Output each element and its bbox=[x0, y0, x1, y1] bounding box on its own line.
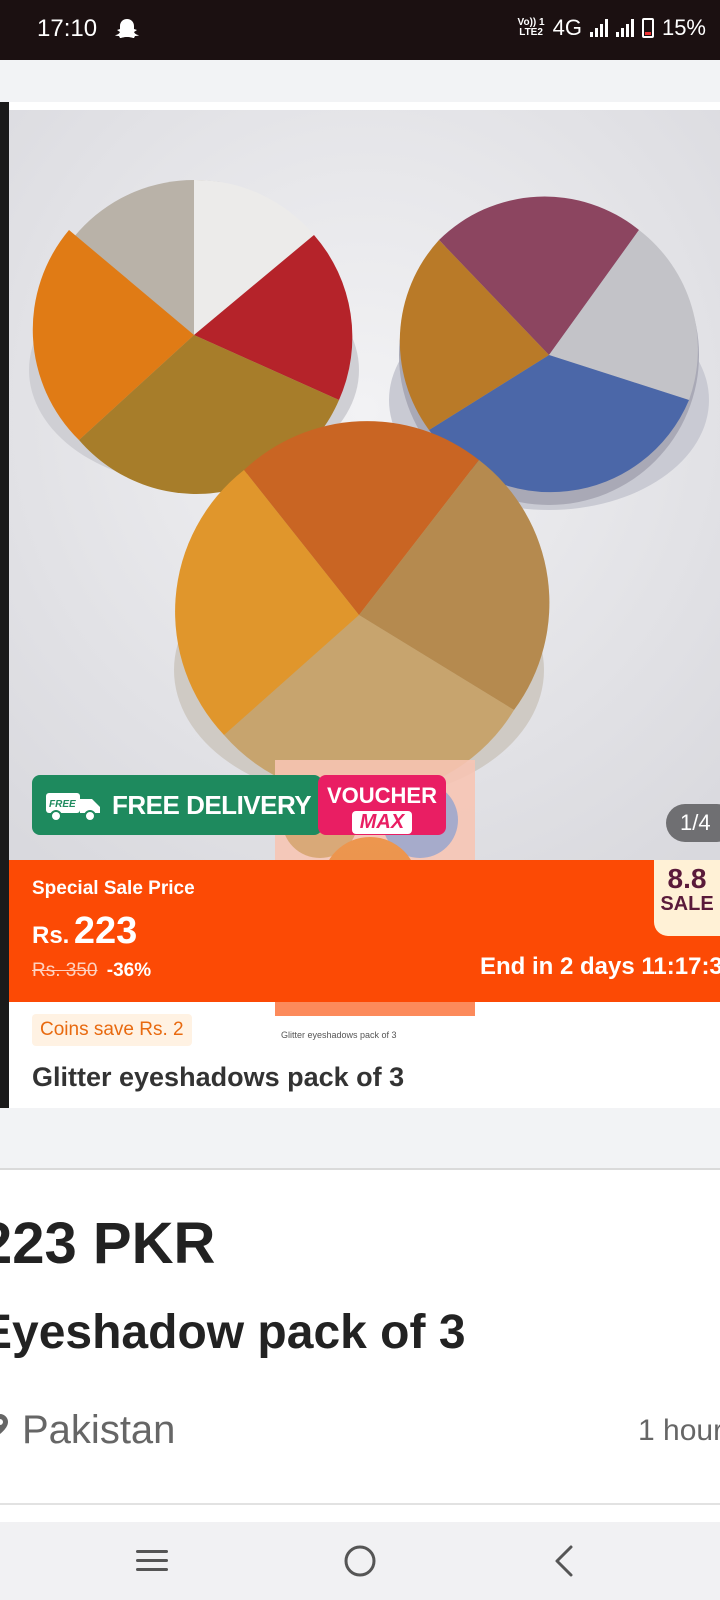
eyeshadow-photo bbox=[9, 110, 720, 860]
product-image[interactable] bbox=[9, 110, 720, 860]
status-indicators: Vo)) 1 LTE2 4G 15% bbox=[518, 15, 706, 41]
discount-percent: -36% bbox=[106, 960, 152, 981]
voucher-max-badge: VOUCHER MAX bbox=[318, 775, 446, 835]
price-amount: 223 bbox=[73, 910, 138, 952]
free-delivery-badge: FREE FREE DELIVERY bbox=[32, 775, 322, 835]
listing-info: 223 PKR Eyeshadow pack of 3 Pakistan 1 h… bbox=[0, 1170, 720, 1522]
original-price: Rs. 350 bbox=[32, 960, 98, 981]
signal-icon-2 bbox=[615, 19, 634, 37]
battery-percent: 15% bbox=[661, 15, 706, 40]
status-bar: 17:10 Vo)) 1 LTE2 4G 15% bbox=[0, 0, 720, 60]
currency: Rs. bbox=[32, 922, 70, 949]
delivery-truck-icon: FREE bbox=[46, 793, 100, 822]
sale-price: Rs. 223 bbox=[32, 910, 137, 953]
listing-price: 223 PKR bbox=[0, 1211, 216, 1276]
listing-title: Eyeshadow pack of 3 bbox=[0, 1306, 466, 1359]
voucher-max-label: MAX bbox=[351, 811, 413, 834]
system-nav-bar bbox=[0, 1522, 720, 1600]
sale-event-badge: 8.8 SALE bbox=[654, 860, 720, 936]
back-icon[interactable] bbox=[545, 1540, 587, 1582]
signal-icon bbox=[589, 19, 608, 37]
recent-apps-icon[interactable] bbox=[132, 1540, 174, 1582]
image-counter: 1/4 bbox=[666, 804, 720, 842]
listing-location: Pakistan bbox=[22, 1408, 176, 1452]
status-time: 17:10 bbox=[37, 15, 98, 42]
free-text: FREE bbox=[49, 799, 76, 810]
sale-countdown: End in 2 days 11:17:3 bbox=[480, 953, 720, 980]
posted-time: 1 hour bbox=[638, 1414, 720, 1447]
network-type: 4G bbox=[552, 15, 582, 40]
product-title[interactable]: Glitter eyeshadows pack of 3 bbox=[32, 1062, 404, 1093]
thumbnail-caption: Glitter eyeshadows pack of 3 bbox=[281, 1030, 397, 1040]
battery-icon bbox=[641, 18, 654, 38]
special-sale-label: Special Sale Price bbox=[32, 878, 195, 899]
snapchat-icon bbox=[115, 19, 139, 38]
free-delivery-label: FREE DELIVERY bbox=[112, 789, 312, 820]
home-icon[interactable] bbox=[339, 1540, 381, 1582]
volte-indicator: Vo)) 1 LTE2 bbox=[517, 17, 545, 38]
info-divider bbox=[0, 1503, 720, 1505]
location-pin-icon bbox=[0, 1414, 8, 1434]
coins-save-tag: Coins save Rs. 2 bbox=[32, 1014, 192, 1046]
voucher-label: VOUCHER bbox=[326, 783, 437, 808]
card-edge bbox=[0, 102, 9, 1108]
price-comparison: Rs. 350 -36% bbox=[32, 960, 151, 982]
